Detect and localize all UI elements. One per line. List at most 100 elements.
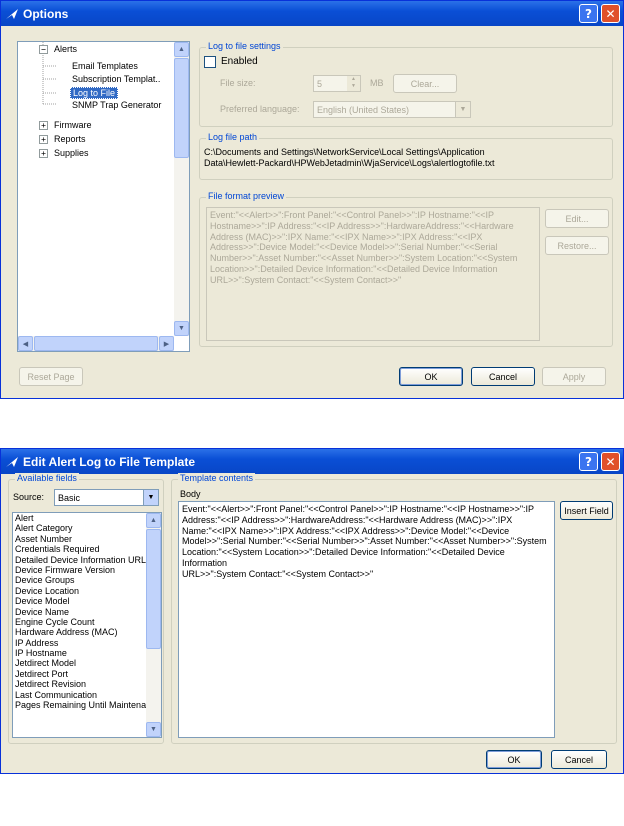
options-titlebar: Options ? ✕ <box>1 1 623 26</box>
close-button[interactable]: ✕ <box>601 452 620 471</box>
preview-line: Hostname>>":IP Address:"<<IP Address>>":… <box>210 220 514 231</box>
tree-item-subscription-templates[interactable]: Subscription Templat.. <box>72 74 160 84</box>
cancel-button[interactable]: Cancel <box>551 750 607 769</box>
language-label: Preferred language: <box>220 104 300 114</box>
tree-item-log-to-file[interactable]: Log to File <box>70 87 119 99</box>
ok-button[interactable]: OK <box>399 367 463 386</box>
format-preview-group: File format preview Event:"<<Alert>>":Fr… <box>199 191 613 347</box>
body-label: Body <box>180 489 201 499</box>
template-body-textarea[interactable]: Event:"<<Alert>>":Front Panel:"<<Control… <box>178 501 555 738</box>
template-line: Address:"<<IP Address>>":HardwareAddress… <box>182 514 513 525</box>
format-preview-text: Event:"<<Alert>>":Front Panel:"<<Control… <box>206 207 540 341</box>
template-line: Name:"<<IPX Name>>":IPX Address:"<<IPX A… <box>182 525 510 536</box>
log-path-group: Log file path C:\Documents and Settings\… <box>199 132 613 180</box>
tree-item-snmp-trap-generator[interactable]: SNMP Trap Generator <box>72 100 161 110</box>
clear-button[interactable]: Clear... <box>393 74 457 93</box>
edit-template-dialog: Edit Alert Log to File Template ? ✕ Avai… <box>0 448 624 774</box>
ok-button[interactable]: OK <box>486 750 542 769</box>
list-item[interactable]: Alert Category <box>13 523 161 533</box>
list-item[interactable]: Pages Remaining Until Maintenar <box>13 700 161 710</box>
apply-button[interactable]: Apply <box>542 367 606 386</box>
list-item[interactable]: Last Communication <box>13 690 161 700</box>
list-item[interactable]: Jetdirect Model <box>13 658 161 668</box>
template-contents-group: Template contents Body Event:"<<Alert>>"… <box>171 473 617 744</box>
preview-line: Address (MAC)>>":IPX Name:"<<IPX Name>>"… <box>210 231 483 242</box>
file-size-spinner[interactable]: 5 ▲ ▼ <box>313 75 361 92</box>
edit-template-titlebar: Edit Alert Log to File Template ? ✕ <box>1 449 623 474</box>
list-item[interactable]: Detailed Device Information URL <box>13 555 161 565</box>
source-select[interactable]: Basic ▼ <box>54 489 159 506</box>
template-line: URL>>":System Contact:"<<System Contact>… <box>182 568 374 579</box>
tree-item-alerts[interactable]: Alerts <box>54 44 77 54</box>
spinner-arrows-icon[interactable]: ▲ ▼ <box>347 76 360 91</box>
list-item[interactable]: Credentials Required <box>13 544 161 554</box>
tree-item-supplies[interactable]: Supplies <box>54 148 89 158</box>
source-value: Basic <box>58 492 81 503</box>
supplies-expand-icon[interactable]: + <box>39 149 48 158</box>
tree-hscroll-thumb[interactable] <box>34 336 158 351</box>
list-item[interactable]: Jetdirect Revision <box>13 679 161 689</box>
chevron-down-icon[interactable]: ▼ <box>455 102 470 117</box>
reports-expand-icon[interactable]: + <box>39 135 48 144</box>
tree-item-firmware[interactable]: Firmware <box>54 120 92 130</box>
log-settings-legend: Log to file settings <box>206 41 283 51</box>
enabled-label[interactable]: Enabled <box>221 56 258 67</box>
edit-template-title: Edit Alert Log to File Template <box>23 454 196 469</box>
tree-hscrollbar[interactable]: ◀ ▶ <box>18 336 174 351</box>
log-settings-group: Log to file settings Enabled File size: … <box>199 41 613 127</box>
template-contents-legend: Template contents <box>178 473 256 483</box>
help-button[interactable]: ? <box>579 452 598 471</box>
list-item[interactable]: Alert <box>13 513 161 523</box>
scroll-left-arrow-icon[interactable]: ◀ <box>18 336 33 351</box>
template-line: Model>>":Serial Number:"<<Serial Number>… <box>182 536 547 547</box>
tree-item-email-templates[interactable]: Email Templates <box>72 61 138 71</box>
chevron-down-icon[interactable]: ▼ <box>143 490 158 505</box>
scroll-up-arrow-icon[interactable]: ▲ <box>174 42 189 57</box>
language-select[interactable]: English (United States) ▼ <box>313 101 471 118</box>
list-item[interactable]: Device Firmware Version <box>13 565 161 575</box>
file-size-label: File size: <box>220 78 256 88</box>
list-item[interactable]: Hardware Address (MAC) <box>13 627 161 637</box>
list-item[interactable]: Device Location <box>13 586 161 596</box>
preview-line: Address>>":Device Model:"<<Device Model>… <box>210 242 498 253</box>
list-item[interactable]: Asset Number <box>13 534 161 544</box>
edit-button[interactable]: Edit... <box>545 209 609 228</box>
enabled-checkbox[interactable] <box>204 56 216 68</box>
log-path-line-2: Data\Hewlett-Packard\HPWebJetadmin\WjaSe… <box>204 158 495 168</box>
scroll-right-arrow-icon[interactable]: ▶ <box>159 336 174 351</box>
list-item[interactable]: Device Model <box>13 596 161 606</box>
cancel-button[interactable]: Cancel <box>471 367 535 386</box>
options-dialog: Options ? ✕ − Alerts Email Templates Sub… <box>0 0 624 399</box>
list-item[interactable]: Device Name <box>13 607 161 617</box>
list-item[interactable]: Device Groups <box>13 575 161 585</box>
tree-vscrollbar[interactable]: ▲ ▼ <box>174 42 189 336</box>
available-fields-group: Available fields Source: Basic ▼ Alert A… <box>8 473 164 744</box>
reset-page-button[interactable]: Reset Page <box>19 367 83 386</box>
fields-list[interactable]: Alert Alert Category Asset Number Creden… <box>12 512 162 738</box>
log-path-legend: Log file path <box>206 132 260 142</box>
list-item[interactable]: Jetdirect Port <box>13 669 161 679</box>
restore-button[interactable]: Restore... <box>545 236 609 255</box>
template-line: Event:"<<Alert>>":Front Panel:"<<Control… <box>182 504 535 514</box>
insert-field-button[interactable]: Insert Field <box>560 501 613 520</box>
alerts-collapse-icon[interactable]: − <box>39 45 48 54</box>
language-value: English (United States) <box>317 104 410 115</box>
close-button[interactable]: ✕ <box>601 4 620 23</box>
preview-line: URL>>":System Contact:"<<System Contact>… <box>210 274 402 285</box>
format-preview-legend: File format preview <box>206 191 287 201</box>
list-item[interactable]: Engine Cycle Count <box>13 617 161 627</box>
list-item[interactable]: IP Hostname <box>13 648 161 658</box>
file-size-unit: MB <box>370 78 384 88</box>
scroll-down-arrow-icon[interactable]: ▼ <box>146 722 161 737</box>
file-size-value: 5 <box>317 78 323 89</box>
fields-vscrollbar[interactable]: ▲ ▼ <box>146 513 161 737</box>
scroll-up-arrow-icon[interactable]: ▲ <box>146 513 161 528</box>
scroll-down-arrow-icon[interactable]: ▼ <box>174 321 189 336</box>
fields-vscroll-thumb[interactable] <box>146 529 161 649</box>
firmware-expand-icon[interactable]: + <box>39 121 48 130</box>
list-item[interactable]: IP Address <box>13 638 161 648</box>
tree-item-reports[interactable]: Reports <box>54 134 86 144</box>
tree-vscroll-thumb[interactable] <box>174 58 189 158</box>
preview-line: Event:"<<Alert>>":Front Panel:"<<Control… <box>210 210 494 220</box>
help-button[interactable]: ? <box>579 4 598 23</box>
